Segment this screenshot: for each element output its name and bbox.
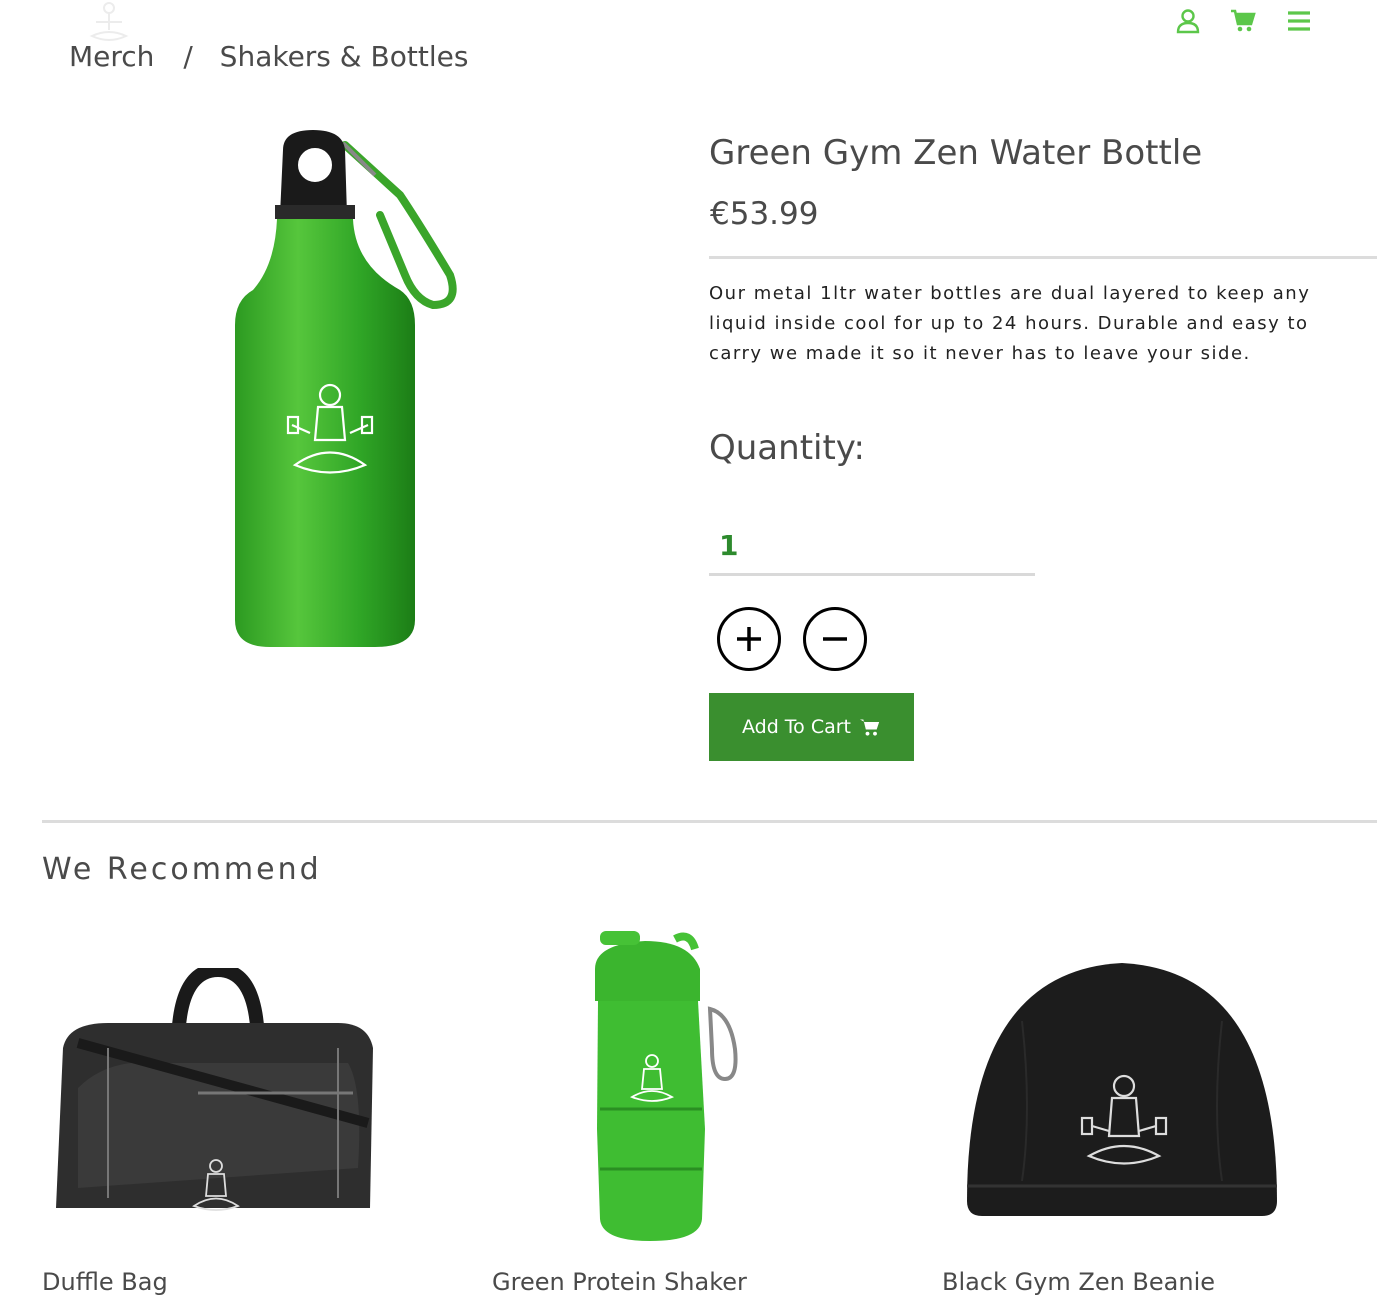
recommend-item-name[interactable]: Black Gym Zen Beanie: [942, 1268, 1215, 1296]
user-icon[interactable]: [1175, 8, 1201, 34]
menu-icon[interactable]: [1286, 8, 1312, 34]
recommend-item-protein-shaker[interactable]: Green Protein Shaker: [492, 925, 792, 1296]
quantity-input[interactable]: [709, 518, 1035, 576]
minus-icon: [823, 637, 847, 641]
quantity-label: Quantity:: [709, 428, 865, 468]
add-to-cart-label: Add To Cart: [741, 716, 852, 738]
beanie-image: [967, 963, 1277, 1216]
recommend-item-beanie[interactable]: Black Gym Zen Beanie: [942, 955, 1292, 1296]
decrement-button[interactable]: [803, 607, 867, 671]
divider: [709, 256, 1377, 259]
breadcrumb: Merch / Shakers & Bottles: [69, 40, 468, 73]
product-description: Our metal 1ltr water bottles are dual la…: [709, 283, 1311, 364]
breadcrumb-merch[interactable]: Merch: [69, 40, 154, 73]
cart-icon: [860, 719, 880, 736]
add-to-cart-button[interactable]: Add To Cart: [709, 693, 914, 761]
product-price: €53.99: [710, 196, 819, 232]
plus-icon: [737, 627, 761, 651]
cart-icon[interactable]: [1230, 8, 1256, 34]
product-title: Green Gym Zen Water Bottle: [709, 133, 1203, 173]
recommend-item-duffle-bag[interactable]: Duffle Bag: [42, 960, 392, 1296]
increment-button[interactable]: [717, 607, 781, 671]
recommend-item-name[interactable]: Green Protein Shaker: [492, 1268, 747, 1296]
duffle-bag-image: [56, 968, 373, 1211]
recommend-item-name[interactable]: Duffle Bag: [42, 1268, 168, 1296]
divider: [42, 820, 1377, 823]
breadcrumb-separator: /: [183, 40, 193, 73]
product-image-water-bottle: [235, 130, 457, 647]
recommend-heading: We Recommend: [42, 852, 322, 887]
breadcrumb-shakers-bottles[interactable]: Shakers & Bottles: [220, 40, 469, 73]
